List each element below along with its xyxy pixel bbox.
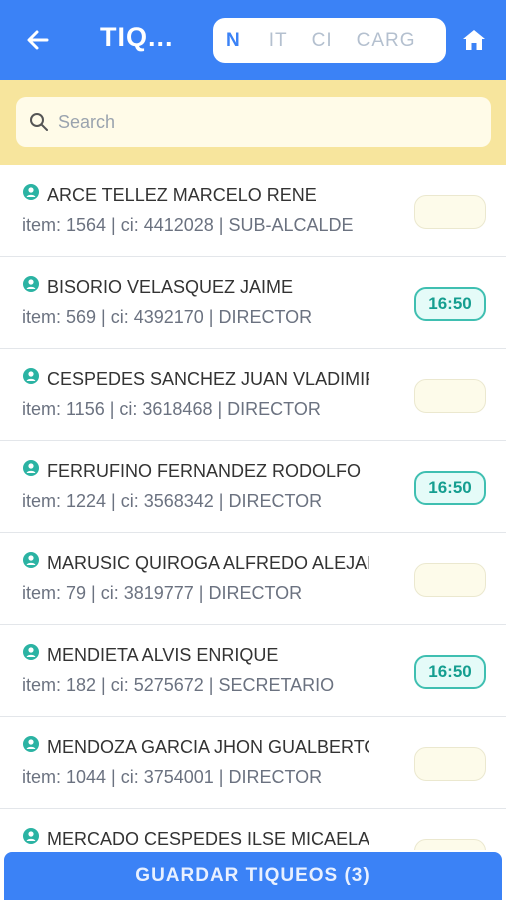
segment-carg[interactable]: CARG [357, 30, 416, 52]
person-name: BISORIO VELASQUEZ JAIME [47, 277, 294, 297]
arrow-left-icon [27, 30, 49, 50]
person-details: item: 1044 | ci: 3754001 | DIRECTOR [22, 767, 323, 787]
search-icon [30, 113, 48, 131]
time-badge[interactable] [414, 195, 486, 229]
time-badge[interactable]: 16:50 [414, 655, 486, 689]
person-icon [23, 460, 39, 476]
person-details: item: 1564 | ci: 4412028 | SUB-ALCALDE [22, 215, 354, 235]
time-badge[interactable]: 16:50 [414, 471, 486, 505]
list-item[interactable]: MENDIETA ALVIS ENRIQUE item: 182 | ci: 5… [0, 625, 506, 717]
person-name: MENDOZA GARCIA JHON GUALBERTO [47, 737, 369, 757]
person-icon [23, 736, 39, 752]
person-icon [23, 184, 39, 200]
time-badge[interactable] [414, 747, 486, 781]
list-item[interactable]: ARCE TELLEZ MARCELO RENE item: 1564 | ci… [0, 165, 506, 257]
person-icon [23, 276, 39, 292]
person-name: CESPEDES SANCHEZ JUAN VLADIMIR [47, 369, 369, 389]
person-name: ARCE TELLEZ MARCELO RENE [47, 185, 317, 205]
person-name: MENDIETA ALVIS ENRIQUE [47, 645, 279, 665]
search-input[interactable] [58, 97, 478, 147]
person-icon [23, 644, 39, 660]
segment-it[interactable]: IT [269, 30, 288, 52]
person-icon [23, 828, 39, 844]
list-item[interactable]: MENDOZA GARCIA JHON GUALBERTO item: 1044… [0, 717, 506, 809]
page-title: TIQ... [100, 22, 174, 52]
search-box [16, 97, 491, 147]
person-icon [23, 552, 39, 568]
person-icon [23, 368, 39, 384]
personnel-list: ARCE TELLEZ MARCELO RENE item: 1564 | ci… [0, 165, 506, 850]
list-item[interactable]: FERRUFINO FERNANDEZ RODOLFO item: 1224 |… [0, 441, 506, 533]
list-item[interactable]: BISORIO VELASQUEZ JAIME item: 569 | ci: … [0, 257, 506, 349]
segment-ci[interactable]: CI [312, 30, 333, 52]
search-bar-container [0, 80, 506, 165]
person-details: item: 1156 | ci: 3618468 | DIRECTOR [22, 399, 321, 419]
save-checkins-button[interactable]: GUARDAR TIQUEOS (3) [4, 852, 502, 900]
time-badge[interactable] [414, 839, 486, 850]
app-header: TIQ... N IT CI CARG [0, 0, 506, 80]
time-badge[interactable]: 16:50 [414, 287, 486, 321]
list-item[interactable]: MARUSIC QUIROGA ALFREDO ALEJANDRO item: … [0, 533, 506, 625]
list-item[interactable]: CESPEDES SANCHEZ JUAN VLADIMIR item: 115… [0, 349, 506, 441]
segment-control: N IT CI CARG [213, 18, 446, 63]
person-details: item: 569 | ci: 4392170 | DIRECTOR [22, 307, 313, 327]
list-item[interactable]: MERCADO CESPEDES ILSE MICAELA [0, 809, 506, 850]
back-button[interactable] [22, 24, 54, 56]
person-details: item: 79 | ci: 3819777 | DIRECTOR [22, 583, 303, 603]
home-icon [463, 30, 485, 50]
person-name: FERRUFINO FERNANDEZ RODOLFO [47, 461, 362, 481]
home-button[interactable] [460, 26, 488, 54]
person-name: MARUSIC QUIROGA ALFREDO ALEJANDRO [47, 553, 369, 573]
person-details: item: 1224 | ci: 3568342 | DIRECTOR [22, 491, 323, 511]
segment-n[interactable]: N [226, 30, 241, 52]
person-name: MERCADO CESPEDES ILSE MICAELA [47, 829, 369, 849]
person-details: item: 182 | ci: 5275672 | SECRETARIO [22, 675, 335, 695]
time-badge[interactable] [414, 563, 486, 597]
time-badge[interactable] [414, 379, 486, 413]
